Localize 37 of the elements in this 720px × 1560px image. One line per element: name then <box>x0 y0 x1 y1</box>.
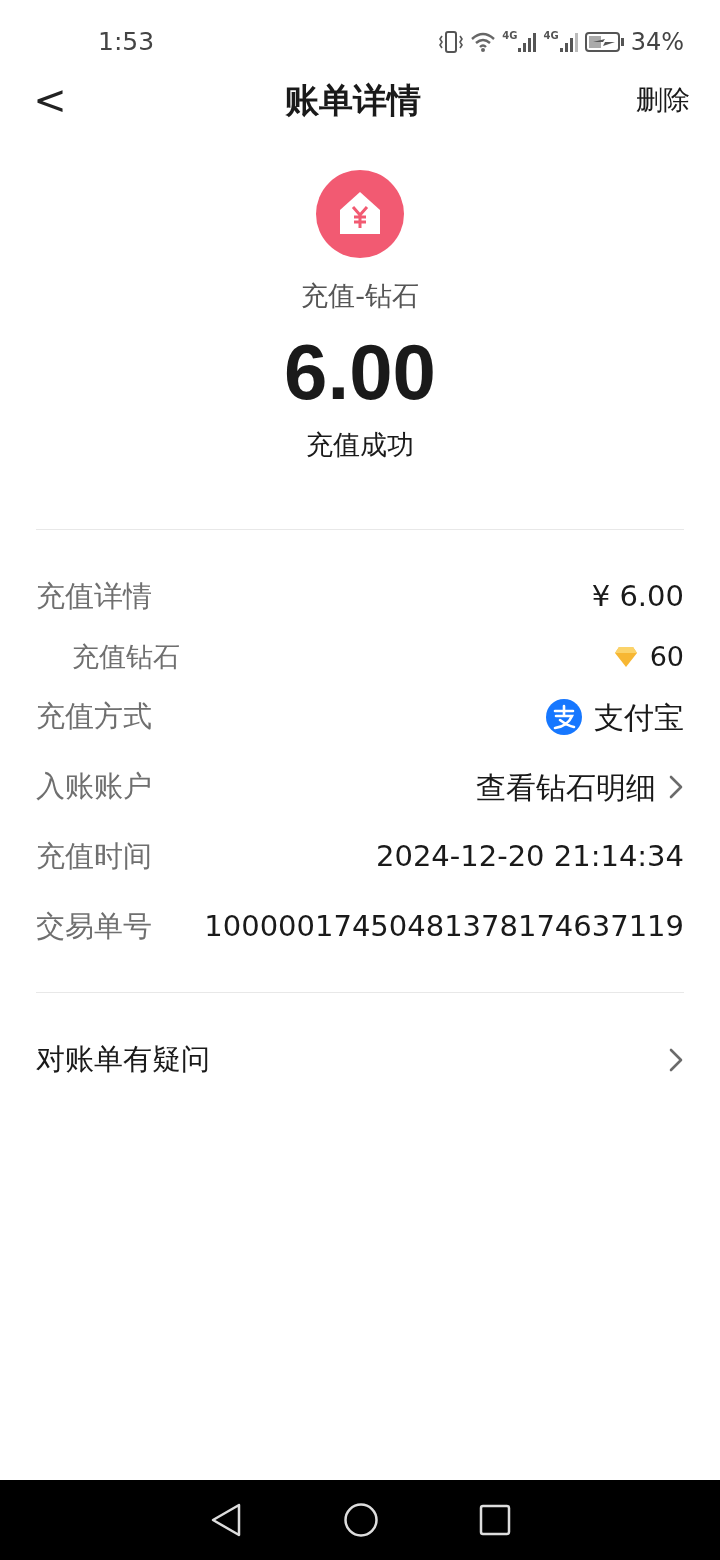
network-type: 4G <box>502 31 518 41</box>
battery-icon <box>584 31 625 53</box>
network-type: 4G <box>543 31 559 41</box>
payment-logo-icon <box>546 699 582 735</box>
help-label: 对账单有疑问 <box>36 1041 210 1079</box>
wifi-icon <box>470 31 497 53</box>
detail-value: 2024-12-20 21:14:34 <box>376 838 684 876</box>
detail-value: 支付宝 <box>594 698 684 737</box>
delete-button[interactable]: 删除 <box>636 79 690 121</box>
transaction-title: 充值-钻石 <box>301 279 419 313</box>
view-details-link[interactable]: 查看钻石明细 <box>476 764 656 810</box>
back-button[interactable]: < <box>30 80 70 120</box>
chevron-right-icon <box>668 1047 684 1073</box>
detail-value: ¥ 6.00 <box>591 578 684 616</box>
diamond-icon <box>613 646 638 668</box>
detail-value: 60 <box>649 639 684 674</box>
detail-label: 入账账户 <box>36 768 152 806</box>
chevron-right-icon <box>668 774 684 800</box>
detail-value: 10000017450481378174637119 <box>204 908 684 946</box>
detail-label: 交易单号 <box>36 908 152 946</box>
nav-back-icon[interactable] <box>209 1502 243 1538</box>
signal-icon <box>517 31 538 53</box>
nav-home-icon[interactable] <box>343 1502 379 1538</box>
signal-icon <box>558 31 579 53</box>
nav-recents-icon[interactable] <box>479 1504 511 1536</box>
transaction-status: 充值成功 <box>306 427 414 462</box>
status-time: 1:53 <box>98 26 155 59</box>
detail-label: 充值详情 <box>36 578 152 616</box>
amount: 6.00 <box>284 332 436 411</box>
detail-label: 充值方式 <box>36 698 152 736</box>
detail-label: 充值钻石 <box>72 639 180 674</box>
detail-label: 充值时间 <box>36 838 152 876</box>
help-row[interactable]: 对账单有疑问 <box>36 993 684 1127</box>
page-title: 账单详情 <box>285 78 421 122</box>
recharge-house-icon <box>316 170 404 258</box>
battery-percent: 34% <box>630 27 684 58</box>
vibrate-icon <box>438 30 465 54</box>
